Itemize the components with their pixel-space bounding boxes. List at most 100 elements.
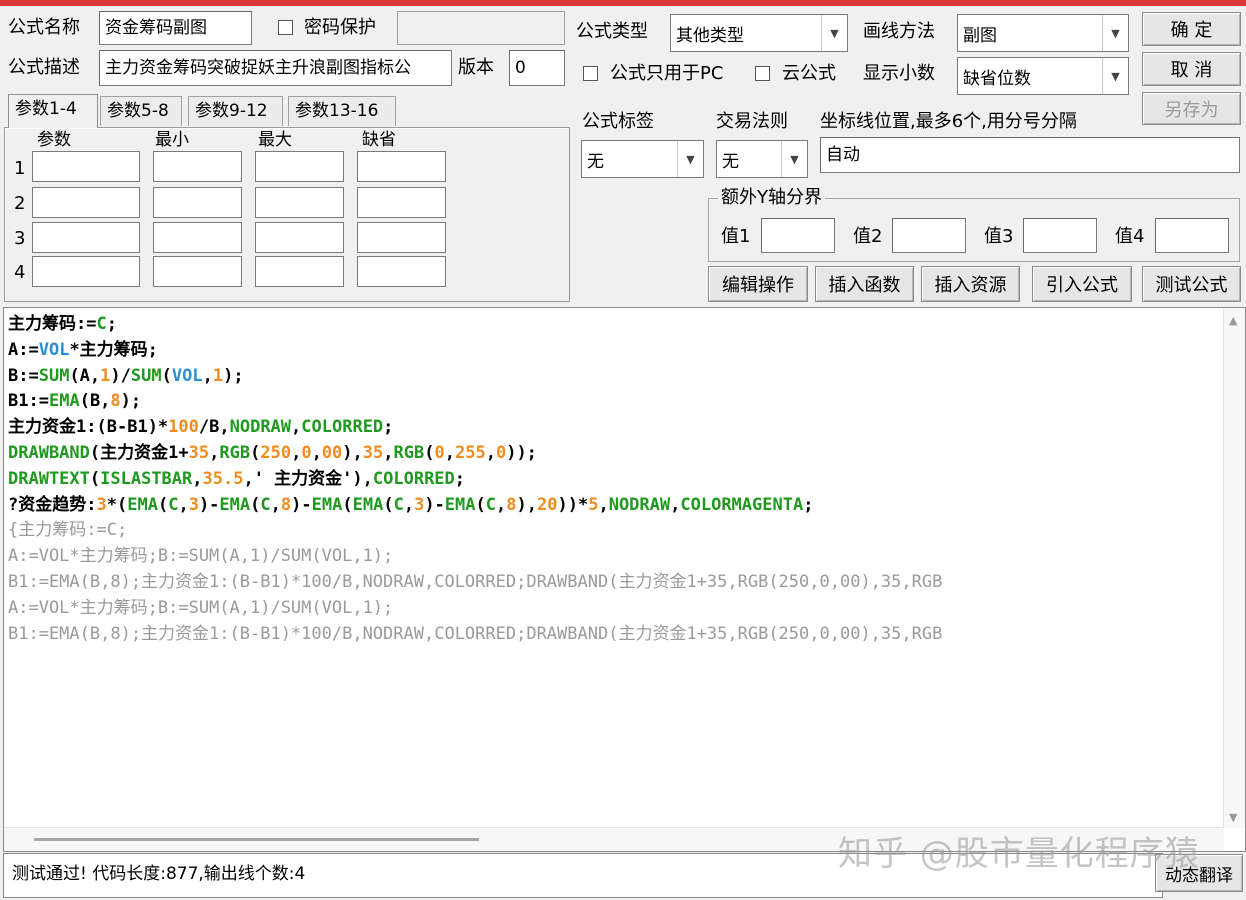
param-3-name-input[interactable] xyxy=(32,222,140,253)
trade-rule-select[interactable]: 无 ▼ xyxy=(716,140,808,178)
cloud-formula-label: 云公式 xyxy=(782,63,836,84)
code-line: A:=VOL*主力筹码; xyxy=(8,339,158,360)
test-formula-button[interactable]: 测试公式 xyxy=(1142,266,1241,302)
tab-params-9-12[interactable]: 参数9-12 xyxy=(188,96,283,126)
y-value-2-input[interactable] xyxy=(892,218,966,253)
version-label: 版本 xyxy=(458,57,494,78)
param-row-number: 2 xyxy=(14,193,26,214)
tab-params-13-16[interactable]: 参数13-16 xyxy=(288,96,396,126)
draw-method-label: 画线方法 xyxy=(863,21,935,42)
param-1-default-input[interactable] xyxy=(357,151,446,182)
chevron-down-icon[interactable]: ▼ xyxy=(1102,15,1128,51)
param-row-number: 3 xyxy=(14,228,26,249)
decimal-label: 显示小数 xyxy=(863,63,935,84)
pc-only-label: 公式只用于PC xyxy=(610,63,724,84)
decimal-value: 缺省位数 xyxy=(963,68,1031,89)
formula-name-label: 公式名称 xyxy=(8,17,80,38)
code-line: DRAWBAND(主力资金1+35,RGB(250,0,00),35,RGB(0… xyxy=(8,442,537,463)
insert-function-button[interactable]: 插入函数 xyxy=(815,266,914,302)
y-value-3-input[interactable] xyxy=(1023,218,1097,253)
code-comment-line: B1:=EMA(B,8);主力资金1:(B-B1)*100/B,NODRAW,C… xyxy=(8,571,943,592)
chevron-down-icon[interactable]: ▼ xyxy=(1102,58,1128,94)
chevron-down-icon[interactable]: ▼ xyxy=(677,141,703,177)
trade-rule-value: 无 xyxy=(722,151,739,172)
formula-type-select[interactable]: 其他类型 ▼ xyxy=(670,14,848,52)
param-4-name-input[interactable] xyxy=(32,256,140,287)
param-2-name-input[interactable] xyxy=(32,187,140,218)
y-value-2-label: 值2 xyxy=(853,226,883,247)
param-header-name: 参数 xyxy=(37,130,71,150)
param-1-min-input[interactable] xyxy=(153,151,242,182)
cloud-formula-checkbox[interactable] xyxy=(755,66,770,81)
code-line: B:=SUM(A,1)/SUM(VOL,1); xyxy=(8,365,244,386)
code-comment-line: A:=VOL*主力筹码;B:=SUM(A,1)/SUM(VOL,1); xyxy=(8,597,394,618)
param-row-number: 4 xyxy=(14,262,26,283)
y-value-1-input[interactable] xyxy=(761,218,835,253)
insert-resource-button[interactable]: 插入资源 xyxy=(921,266,1020,302)
trade-rule-label: 交易法则 xyxy=(716,111,788,132)
param-2-default-input[interactable] xyxy=(357,187,446,218)
param-4-default-input[interactable] xyxy=(357,256,446,287)
watermark: 知乎 @股市量化程序猿 xyxy=(838,834,1200,874)
param-2-min-input[interactable] xyxy=(153,187,242,218)
scroll-thumb[interactable] xyxy=(34,838,479,841)
formula-desc-input[interactable]: 主力资金筹码突破捉妖主升浪副图指标公 xyxy=(99,50,452,86)
draw-method-select[interactable]: 副图 ▼ xyxy=(957,14,1129,52)
window-title-bar xyxy=(0,0,1246,6)
decimal-select[interactable]: 缺省位数 ▼ xyxy=(957,57,1129,95)
code-area[interactable]: 主力筹码:=C; A:=VOL*主力筹码; B:=SUM(A,1)/SUM(VO… xyxy=(8,312,1222,647)
code-editor[interactable]: 主力筹码:=C; A:=VOL*主力筹码; B:=SUM(A,1)/SUM(VO… xyxy=(3,307,1246,852)
formula-type-label: 公式类型 xyxy=(576,21,648,42)
password-input[interactable] xyxy=(397,11,565,45)
code-line: 主力资金1:(B-B1)*100/B,NODRAW,COLORRED; xyxy=(8,417,394,438)
param-header-max: 最大 xyxy=(258,130,292,150)
scroll-up-icon[interactable]: ▲ xyxy=(1229,314,1237,327)
tab-params-1-4[interactable]: 参数1-4 xyxy=(8,94,98,128)
code-line: B1:=EMA(B,8); xyxy=(8,391,142,412)
draw-method-value: 副图 xyxy=(963,25,997,46)
param-1-max-input[interactable] xyxy=(255,151,344,182)
chevron-down-icon[interactable]: ▼ xyxy=(781,141,807,177)
coord-line-input[interactable]: 自动 xyxy=(820,137,1240,173)
code-line: ?资金趋势:3*(EMA(C,3)-EMA(C,8)-EMA(EMA(C,3)-… xyxy=(8,494,814,515)
y-value-1-label: 值1 xyxy=(721,226,751,247)
formula-tag-value: 无 xyxy=(587,151,604,172)
tab-params-5-8[interactable]: 参数5-8 xyxy=(100,96,182,126)
scroll-down-icon[interactable]: ▼ xyxy=(1229,811,1237,824)
param-3-default-input[interactable] xyxy=(357,222,446,253)
code-line: 主力筹码:=C; xyxy=(8,314,117,334)
param-1-name-input[interactable] xyxy=(32,151,140,182)
code-line: DRAWTEXT(ISLASTBAR,35.5,' 主力资金'),COLORRE… xyxy=(8,468,466,489)
code-comment-line: A:=VOL*主力筹码;B:=SUM(A,1)/SUM(VOL,1); xyxy=(8,546,394,567)
formula-desc-label: 公式描述 xyxy=(8,57,80,78)
y-value-4-input[interactable] xyxy=(1155,218,1229,253)
param-4-max-input[interactable] xyxy=(255,256,344,287)
edit-ops-button[interactable]: 编辑操作 xyxy=(708,266,808,302)
chevron-down-icon[interactable]: ▼ xyxy=(821,15,847,51)
pc-only-checkbox[interactable] xyxy=(583,66,598,81)
ok-button[interactable]: 确 定 xyxy=(1142,12,1241,46)
password-checkbox[interactable] xyxy=(278,20,293,35)
import-formula-button[interactable]: 引入公式 xyxy=(1032,266,1132,302)
coord-line-label: 坐标线位置,最多6个,用分号分隔 xyxy=(820,111,1077,132)
param-header-min: 最小 xyxy=(155,130,189,150)
param-2-max-input[interactable] xyxy=(255,187,344,218)
extra-y-bound-label: 额外Y轴分界 xyxy=(718,186,825,210)
param-header-default: 缺省 xyxy=(362,130,396,150)
formula-tag-select[interactable]: 无 ▼ xyxy=(581,140,704,178)
save-as-button[interactable]: 另存为 xyxy=(1142,92,1241,125)
param-row-number: 1 xyxy=(14,158,26,179)
formula-tag-label: 公式标签 xyxy=(582,111,654,132)
param-3-max-input[interactable] xyxy=(255,222,344,253)
cancel-button[interactable]: 取 消 xyxy=(1142,52,1241,86)
password-label: 密码保护 xyxy=(304,17,376,38)
param-4-min-input[interactable] xyxy=(153,256,242,287)
y-value-4-label: 值4 xyxy=(1115,226,1145,247)
y-value-3-label: 值3 xyxy=(984,226,1014,247)
vertical-scrollbar[interactable]: ▲ ▼ xyxy=(1223,308,1245,828)
formula-type-value: 其他类型 xyxy=(676,25,744,46)
formula-name-input[interactable]: 资金筹码副图 xyxy=(99,11,252,45)
param-3-min-input[interactable] xyxy=(153,222,242,253)
code-comment-line: B1:=EMA(B,8);主力资金1:(B-B1)*100/B,NODRAW,C… xyxy=(8,623,943,644)
version-input[interactable]: 0 xyxy=(509,50,565,86)
